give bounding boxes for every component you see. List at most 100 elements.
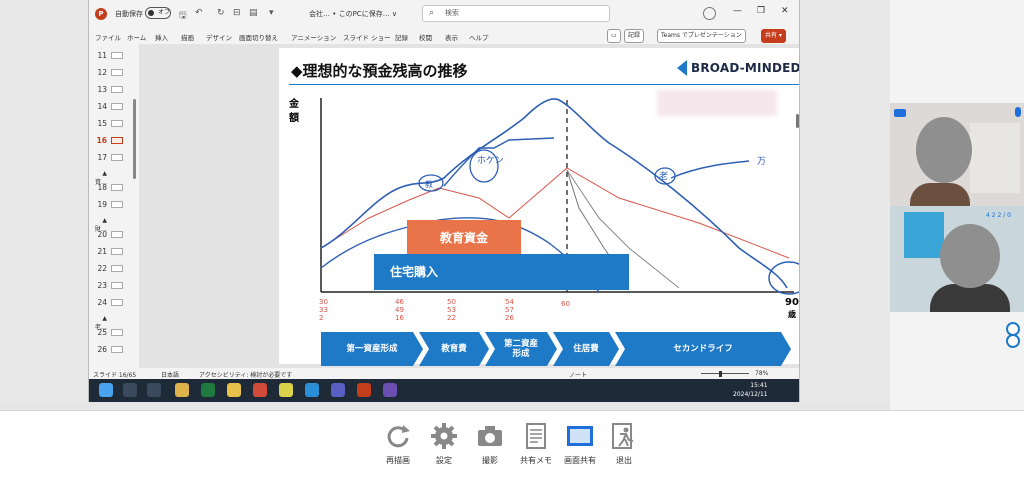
tab-draw[interactable]: 描画 [181,32,194,42]
teams-present-button[interactable]: Teams でプレゼンテーション [657,29,746,43]
present-icon[interactable]: ⊟ [233,8,241,18]
slide-thumbnail[interactable]: 21 [91,244,139,259]
tab-view[interactable]: 表示 [445,32,458,42]
thumbnail-number: 16 [96,136,107,145]
tab-slideshow[interactable]: スライド ショー [343,32,391,42]
undo-icon[interactable]: ↶ [195,8,203,18]
thumbnail-number: 20 [97,230,107,239]
thumbnail-number: 22 [97,264,107,273]
slide-thumbnail[interactable]: 12 [91,65,139,80]
slide-thumbnail[interactable]: 15 [91,116,139,131]
slide-thumbnail[interactable]: 23 [91,278,139,293]
slide-thumbnail[interactable]: 11 [91,48,139,63]
autosave-label: 自動保存 [115,10,143,18]
zoom-slider[interactable] [701,373,749,374]
slide-thumbnail[interactable]: 18 [91,180,139,195]
document-name[interactable]: 会社… • このPCに保存… ∨ [309,9,397,19]
restore-icon[interactable]: ❐ [757,6,765,16]
comments-icon[interactable]: ▭ [607,29,621,43]
minimize-icon[interactable]: — [733,6,742,16]
tab-design[interactable]: デザイン [206,32,232,42]
more-icon[interactable]: ▾ [269,8,274,18]
record-button[interactable]: 記録 [624,29,645,43]
participant-video-1[interactable] [890,103,1024,206]
thumbnail-preview [111,103,123,110]
gear-icon [431,423,457,449]
teams-icon[interactable] [331,383,345,397]
chrome-icon[interactable] [279,383,293,397]
slide-thumbnail[interactable]: 19 [91,197,139,212]
thumbnail-number: 24 [97,298,107,307]
tab-file[interactable]: ファイル [95,32,121,42]
windows-start-icon[interactable] [99,383,113,397]
tab-record[interactable]: 記録 [395,32,408,42]
file-explorer-icon[interactable] [227,383,241,397]
tab-review[interactable]: 校閲 [419,32,432,42]
capture-button[interactable]: 撮影 [470,421,510,466]
slide-thumbnail[interactable]: 16 [91,133,139,148]
tab-animations[interactable]: アニメーション [291,32,336,42]
settings-button[interactable]: 設定 [424,421,464,466]
thumbnail-preview [111,86,123,93]
participant-video-2[interactable]: 4 2 2 / 0 [890,206,1024,312]
thumbnail-number: 17 [97,153,107,162]
app-icon-3[interactable] [383,383,397,397]
thumbnail-preview [111,299,123,306]
refresh-icon [387,425,410,448]
thumbnail-preview [111,346,123,353]
participant-face-blur [940,224,1000,288]
zoom-level[interactable]: 78% [755,370,768,377]
save-icon[interactable]: 🖫 [179,8,187,24]
editor-scrollbar[interactable] [796,114,799,128]
scribble-hoken: ホケン [477,155,504,166]
right-gutter [800,0,890,402]
side-expand-icon[interactable] [1006,334,1020,348]
close-icon[interactable]: ✕ [781,6,789,16]
tab-home[interactable]: ホーム [127,32,146,42]
ribbon-tabs: ファイル ホーム 挿入 描画 デザイン 画面切り替え アニメーション スライド … [89,28,799,44]
language-indicator[interactable]: 日本語 [161,370,179,379]
search-taskbar-icon[interactable] [123,383,137,397]
format-icon[interactable]: ▤ [249,8,258,18]
education-fund-bar: 教育資金 [407,220,521,256]
app-icon-2[interactable] [253,383,267,397]
exit-button[interactable]: 退出 [604,421,644,466]
screen-share-button[interactable]: 画面共有 [560,421,600,466]
tab-help[interactable]: ヘルプ [469,32,489,42]
edge-icon[interactable] [305,383,319,397]
app-icon-1[interactable] [175,383,189,397]
phase-second-asset: 第二資産 形成 [485,332,557,366]
settings-label: 設定 [436,456,452,465]
tab-insert[interactable]: 挿入 [155,32,168,42]
system-clock: 15:41 2024/12/11 [733,381,768,399]
powerpoint-taskbar-icon[interactable] [357,383,371,397]
slide-thumbnail-pane: 11 12 13 14 15 16 17 ▲ 資… 18 19 ▲ 財… 20 21 22 23 24 ▲ 老…… [89,44,139,368]
zoom-slider-knob[interactable] [719,371,722,377]
notes-toggle[interactable]: ノート [569,370,587,379]
search-box[interactable]: ⌕ 検索 [422,5,610,22]
slide-thumbnail[interactable]: 20 [91,227,139,242]
thumbnail-preview [111,137,123,144]
account-avatar-icon[interactable] [703,7,716,20]
slide-16[interactable]: ◆理想的な預金残高の推移 BROAD-MINDED 金額 ホケン 老 万 教 3… [279,48,799,366]
autosave-toggle[interactable]: オフ [145,7,171,19]
thumbnail-preview [111,184,123,191]
accessibility-status[interactable]: アクセシビリティ: 検討が必要です [199,370,292,379]
tab-transitions[interactable]: 画面切り替え [239,32,278,42]
shared-memo-button[interactable]: 共有メモ [516,421,556,466]
memo-icon [526,423,546,449]
share-button[interactable]: 共有 ▾ [761,29,786,43]
excel-icon[interactable] [201,383,215,397]
slide-thumbnail[interactable]: 25 [91,325,139,340]
slide-thumbnail[interactable]: 14 [91,99,139,114]
slide-thumbnail[interactable]: 26 [91,342,139,357]
refresh-button[interactable]: 再描画 [378,421,418,466]
slide-thumbnail[interactable]: 17 [91,150,139,165]
slide-thumbnail[interactable]: 13 [91,82,139,97]
thumbnail-number: 21 [97,247,107,256]
task-view-icon[interactable] [147,383,161,397]
tick-note-3: 50 53 22 [447,298,456,322]
slide-thumbnail[interactable]: 24 [91,295,139,310]
redo-icon[interactable]: ↻ [217,8,225,18]
slide-thumbnail[interactable]: 22 [91,261,139,276]
